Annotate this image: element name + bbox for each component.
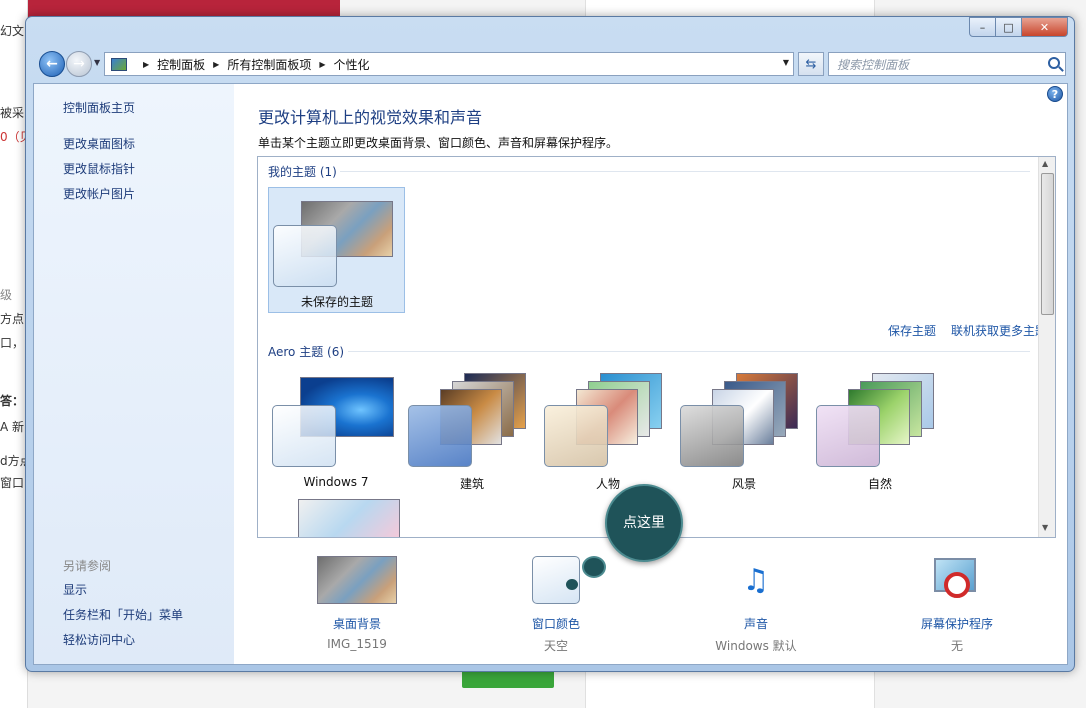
personalization-window: – □ ✕ ← → ▼ ▶ 控制面板 ▶ 所有控制面板项 ▶ 个性化 ▼ ⇆ 搜… bbox=[25, 16, 1075, 672]
window-color-swatch bbox=[680, 405, 744, 467]
no-symbol-icon bbox=[944, 572, 970, 598]
content-frame: 控制面板主页 更改桌面图标 更改鼠标指针 更改帐户图片 另请参阅 显示 任务栏和… bbox=[33, 83, 1068, 665]
theme-label: 风景 bbox=[731, 477, 756, 491]
navigation-bar: ← → ▼ ▶ 控制面板 ▶ 所有控制面板项 ▶ 个性化 ▼ ⇆ 搜索控制面板 bbox=[34, 49, 1066, 79]
search-placeholder: 搜索控制面板 bbox=[837, 57, 910, 72]
background-text: 答： bbox=[0, 394, 25, 408]
search-icon[interactable] bbox=[1048, 57, 1060, 69]
breadcrumb-all-items[interactable]: 所有控制面板项 bbox=[227, 56, 311, 73]
ease-of-access-link[interactable]: 轻松访问中心 bbox=[63, 631, 135, 648]
theme-actions: 保存主题 联机获取更多主题 bbox=[888, 322, 1047, 339]
see-also-heading: 另请参阅 bbox=[63, 559, 112, 573]
setting-label[interactable]: 屏幕保护程序 bbox=[882, 615, 1032, 632]
page-description: 单击某个主题立即更改桌面背景、窗口颜色、声音和屏幕保护程序。 bbox=[258, 136, 619, 150]
setting-value: 无 bbox=[950, 639, 963, 653]
control-panel-icon bbox=[111, 57, 127, 71]
scroll-down-icon[interactable]: ▼ bbox=[1042, 523, 1048, 532]
breadcrumb-personalization[interactable]: 个性化 bbox=[334, 56, 370, 73]
theme-characters[interactable]: 人物 bbox=[540, 373, 676, 493]
desktop-background-thumbnail bbox=[317, 556, 397, 604]
background-text: 口， bbox=[0, 336, 25, 350]
get-more-themes-link[interactable]: 联机获取更多主题 bbox=[951, 322, 1047, 339]
main-pane: ? 更改计算机上的视觉效果和声音 单击某个主题立即更改桌面背景、窗口颜色、声音和… bbox=[234, 84, 1067, 664]
scrollbar-thumb[interactable] bbox=[1041, 173, 1054, 315]
window-color-swatch bbox=[273, 225, 337, 287]
caption-buttons: – □ ✕ bbox=[969, 17, 1068, 37]
background-text: A 新 bbox=[0, 420, 25, 434]
setting-value: 天空 bbox=[543, 639, 568, 653]
close-button[interactable]: ✕ bbox=[1022, 17, 1068, 37]
setting-value: Windows 默认 bbox=[715, 639, 797, 653]
divider bbox=[340, 171, 1030, 172]
display-link[interactable]: 显示 bbox=[63, 581, 87, 598]
callout-tail bbox=[582, 556, 606, 578]
background-text: 幻文 bbox=[0, 24, 25, 38]
breadcrumb-control-panel[interactable]: 控制面板 bbox=[157, 56, 205, 73]
window-color-swatch bbox=[544, 405, 608, 467]
background-text: 被采 bbox=[0, 106, 25, 120]
arrow-right-icon: → bbox=[73, 56, 85, 72]
help-icon[interactable]: ? bbox=[1047, 86, 1063, 102]
change-mouse-pointers-link[interactable]: 更改鼠标指针 bbox=[63, 160, 135, 177]
background-text: 级 bbox=[0, 288, 13, 302]
sound-notes-icon: ♫ bbox=[742, 563, 770, 598]
theme-label: 建筑 bbox=[459, 477, 484, 491]
background-text: 方点 bbox=[0, 312, 25, 326]
divider bbox=[348, 351, 1030, 352]
refresh-button[interactable]: ⇆ bbox=[798, 52, 824, 76]
theme-windows7[interactable]: Windows 7 bbox=[268, 373, 404, 493]
setting-label[interactable]: 声音 bbox=[681, 615, 831, 632]
task-pane: 控制面板主页 更改桌面图标 更改鼠标指针 更改帐户图片 另请参阅 显示 任务栏和… bbox=[34, 84, 234, 664]
address-dropdown-icon[interactable]: ▼ bbox=[783, 58, 789, 67]
theme-nature[interactable]: 自然 bbox=[812, 373, 948, 493]
theme-unsaved[interactable]: 未保存的主题 bbox=[268, 187, 405, 313]
theme-label: Windows 7 bbox=[303, 475, 369, 489]
setting-value: IMG_1519 bbox=[327, 637, 387, 651]
search-input[interactable]: 搜索控制面板 bbox=[828, 52, 1066, 76]
theme-label: 未保存的主题 bbox=[300, 295, 373, 309]
theme-landscapes[interactable]: 风景 bbox=[676, 373, 812, 493]
control-panel-home-link[interactable]: 控制面板主页 bbox=[63, 99, 135, 116]
aero-themes-heading: Aero 主题 (6) bbox=[268, 345, 345, 359]
my-themes-heading: 我的主题 (1) bbox=[268, 165, 337, 179]
theme-architecture[interactable]: 建筑 bbox=[404, 373, 540, 493]
window-color-swatch bbox=[816, 405, 880, 467]
setting-label[interactable]: 桌面背景 bbox=[282, 615, 432, 632]
refresh-icon: ⇆ bbox=[805, 56, 817, 72]
recent-pages-dropdown[interactable]: ▼ bbox=[94, 58, 100, 67]
chevron-right-icon[interactable]: ▶ bbox=[143, 60, 149, 69]
theme-label: 自然 bbox=[867, 477, 892, 491]
change-account-picture-link[interactable]: 更改帐户图片 bbox=[63, 185, 135, 202]
back-button[interactable]: ← bbox=[39, 51, 65, 77]
save-theme-link[interactable]: 保存主题 bbox=[888, 322, 936, 339]
scroll-up-icon[interactable]: ▲ bbox=[1042, 159, 1048, 168]
theme-list: 我的主题 (1) 未保存的主题 保存主题 联机获取更多主题 Aero 主题 (6… bbox=[257, 156, 1056, 538]
forward-button[interactable]: → bbox=[66, 51, 92, 77]
chevron-right-icon[interactable]: ▶ bbox=[319, 60, 325, 69]
window-color-swatch bbox=[408, 405, 472, 467]
arrow-left-icon: ← bbox=[46, 56, 58, 72]
change-desktop-icons-link[interactable]: 更改桌面图标 bbox=[63, 135, 135, 152]
callout-bubble: 点这里 bbox=[605, 484, 683, 562]
setting-label[interactable]: 窗口颜色 bbox=[481, 615, 631, 632]
theme-scrollbar[interactable]: ▲ ▼ bbox=[1038, 157, 1055, 537]
chevron-right-icon[interactable]: ▶ bbox=[213, 60, 219, 69]
theme-thumbnail bbox=[298, 499, 400, 537]
page-title: 更改计算机上的视觉效果和声音 bbox=[258, 108, 483, 127]
window-color-swatch bbox=[272, 405, 336, 467]
maximize-button[interactable]: □ bbox=[996, 17, 1022, 37]
background-text: 程序 bbox=[0, 2, 25, 16]
callout-tail bbox=[566, 579, 578, 590]
address-bar[interactable]: ▶ 控制面板 ▶ 所有控制面板项 ▶ 个性化 ▼ bbox=[104, 52, 794, 76]
callout-text: 点这里 bbox=[623, 515, 665, 531]
theme-partial[interactable] bbox=[268, 499, 404, 537]
minimize-button[interactable]: – bbox=[969, 17, 996, 37]
taskbar-start-menu-link[interactable]: 任务栏和「开始」菜单 bbox=[63, 606, 183, 623]
